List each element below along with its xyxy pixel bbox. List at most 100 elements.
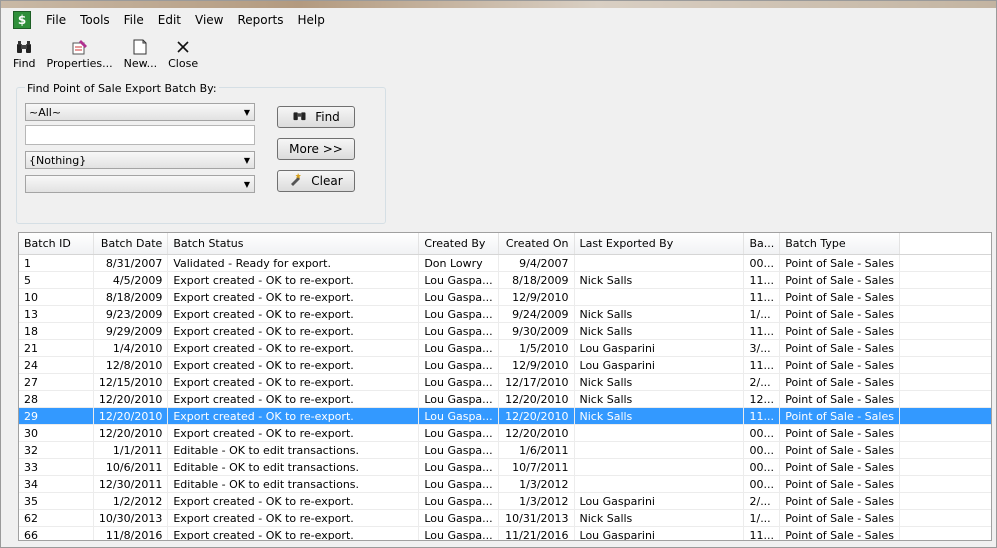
table-cell: 1/4/2010 xyxy=(93,339,169,357)
table-row[interactable]: 34 12/30/2011 Editable - OK to edit transa… xyxy=(19,475,991,493)
search-text-input[interactable] xyxy=(25,125,255,145)
table-row[interactable]: 27 12/15/2010 Export created - OK to re-ex… xyxy=(19,373,991,391)
table-row[interactable]: 66 11/8/2016 Export created - OK to re-exp… xyxy=(19,526,991,540)
find-button[interactable]: Find xyxy=(277,106,355,128)
row-filler xyxy=(899,288,991,306)
column-batch-abbrev[interactable]: Ba... xyxy=(743,233,781,255)
table-cell: Lou Gaspa... xyxy=(418,373,499,391)
filter-select-value: {Nothing} xyxy=(29,154,87,167)
table-row[interactable]: 35 1/2/2012 Export created - OK to re-expo… xyxy=(19,492,991,510)
toolbar-close-button[interactable]: Close xyxy=(168,37,198,70)
table-cell: 2/... xyxy=(743,492,781,510)
table-cell: 11... xyxy=(743,356,781,374)
table-cell: Nick Salls xyxy=(574,305,745,323)
toolbar-find-button[interactable]: Find xyxy=(13,37,36,70)
table-row[interactable]: 29 12/20/2010 Export created - OK to re-ex… xyxy=(19,407,991,425)
menu-tools[interactable]: Tools xyxy=(73,13,117,27)
search-group-title: Find Point of Sale Export Batch By: xyxy=(25,82,219,95)
table-cell: Nick Salls xyxy=(574,390,745,408)
table-row[interactable]: 24 12/8/2010 Export created - OK to re-exp… xyxy=(19,356,991,374)
table-row[interactable]: 62 10/30/2013 Export created - OK to re-ex… xyxy=(19,509,991,527)
table-cell: Point of Sale - Sales xyxy=(779,526,900,540)
table-row[interactable]: 28 12/20/2010 Export created - OK to re-ex… xyxy=(19,390,991,408)
filter-select[interactable]: {Nothing} ▼ xyxy=(25,151,255,169)
toolbar-properties-button[interactable]: Properties... xyxy=(47,37,113,70)
table-cell: Lou Gaspa... xyxy=(418,526,499,540)
table-row[interactable]: 30 12/20/2010 Export created - OK to re-ex… xyxy=(19,424,991,442)
table-cell: Point of Sale - Sales xyxy=(779,322,900,340)
menu-edit[interactable]: Edit xyxy=(151,13,188,27)
column-batch-date[interactable]: Batch Date xyxy=(93,233,169,255)
table-row[interactable]: 32 1/1/2011 Editable - OK to edit transact… xyxy=(19,441,991,459)
clear-button-label: Clear xyxy=(311,174,343,188)
table-cell: 1/6/2011 xyxy=(498,441,575,459)
table-cell: 18 xyxy=(19,322,94,340)
chevron-down-icon: ▼ xyxy=(243,180,250,189)
table-row[interactable]: 18 9/29/2009 Export created - OK to re-exp… xyxy=(19,322,991,340)
row-filler xyxy=(899,373,991,391)
column-created-by[interactable]: Created By xyxy=(418,233,499,255)
row-filler xyxy=(899,526,991,540)
table-cell: 13 xyxy=(19,305,94,323)
toolbar-new-button[interactable]: New... xyxy=(124,37,157,70)
table-cell: Export created - OK to re-export. xyxy=(167,271,420,289)
menu-file-2[interactable]: File xyxy=(117,13,151,27)
table-cell: 33 xyxy=(19,458,94,476)
table-row[interactable]: 13 9/23/2009 Export created - OK to re-exp… xyxy=(19,305,991,323)
filter-value-select[interactable]: ▼ xyxy=(25,175,255,193)
table-row[interactable]: 21 1/4/2010 Export created - OK to re-expo… xyxy=(19,339,991,357)
more-button[interactable]: More >> xyxy=(277,138,355,160)
table-cell: 1/5/2010 xyxy=(498,339,575,357)
table-cell: Lou Gaspa... xyxy=(418,271,499,289)
main-window: $ File Tools File Edit View Reports Help… xyxy=(0,0,997,548)
table-cell: 1 xyxy=(19,254,94,272)
table-body: 1 8/31/2007 Validated - Ready for export. D… xyxy=(19,254,991,540)
table-row[interactable]: 10 8/18/2009 Export created - OK to re-exp… xyxy=(19,288,991,306)
table-cell: Nick Salls xyxy=(574,373,745,391)
table-cell: 21 xyxy=(19,339,94,357)
table-cell: Export created - OK to re-export. xyxy=(167,288,420,306)
table-cell: Point of Sale - Sales xyxy=(779,356,900,374)
table-cell: 9/29/2009 xyxy=(93,322,169,340)
column-batch-type[interactable]: Batch Type xyxy=(779,233,900,255)
menu-file[interactable]: File xyxy=(39,13,73,27)
table-cell: 00... xyxy=(743,458,781,476)
menu-view[interactable]: View xyxy=(188,13,230,27)
table-cell: Point of Sale - Sales xyxy=(779,305,900,323)
table-cell: Point of Sale - Sales xyxy=(779,271,900,289)
table-cell: Export created - OK to re-export. xyxy=(167,509,420,527)
table-cell: 8/18/2009 xyxy=(93,288,169,306)
title-strip xyxy=(1,1,996,8)
menu-reports[interactable]: Reports xyxy=(230,13,290,27)
column-batch-id[interactable]: Batch ID xyxy=(19,233,94,255)
table-cell: 1/3/2012 xyxy=(498,475,575,493)
table-cell: Nick Salls xyxy=(574,407,745,425)
table-cell: Lou Gasparini xyxy=(574,526,745,540)
more-button-label: More >> xyxy=(289,142,343,156)
column-created-on[interactable]: Created On xyxy=(498,233,575,255)
table-cell: 8/18/2009 xyxy=(498,271,575,289)
row-filler xyxy=(899,322,991,340)
table-row[interactable]: 5 4/5/2009 Export created - OK to re-expor… xyxy=(19,271,991,289)
table-cell: Export created - OK to re-export. xyxy=(167,322,420,340)
row-filler xyxy=(899,339,991,357)
table-cell: 12/17/2010 xyxy=(498,373,575,391)
menu-help[interactable]: Help xyxy=(291,13,332,27)
column-batch-status[interactable]: Batch Status xyxy=(167,233,420,255)
table-cell: 62 xyxy=(19,509,94,527)
table-cell xyxy=(574,254,745,272)
table-cell: 24 xyxy=(19,356,94,374)
table-row[interactable]: 33 10/6/2011 Editable - OK to edit transac… xyxy=(19,458,991,476)
table-cell xyxy=(574,475,745,493)
column-last-exported-by[interactable]: Last Exported By xyxy=(574,233,745,255)
table-cell: 12/20/2010 xyxy=(93,407,169,425)
table-cell: Lou Gaspa... xyxy=(418,305,499,323)
clear-button[interactable]: Clear xyxy=(277,170,355,192)
table-row[interactable]: 1 8/31/2007 Validated - Ready for export. D… xyxy=(19,254,991,272)
table-cell: 1/... xyxy=(743,305,781,323)
toolbar: Find Properties... New... Close xyxy=(1,37,996,77)
properties-icon xyxy=(71,37,89,57)
table-cell: Export created - OK to re-export. xyxy=(167,526,420,540)
search-field-select[interactable]: ~All~ ▼ xyxy=(25,103,255,121)
app-dollar-icon[interactable]: $ xyxy=(13,11,31,29)
